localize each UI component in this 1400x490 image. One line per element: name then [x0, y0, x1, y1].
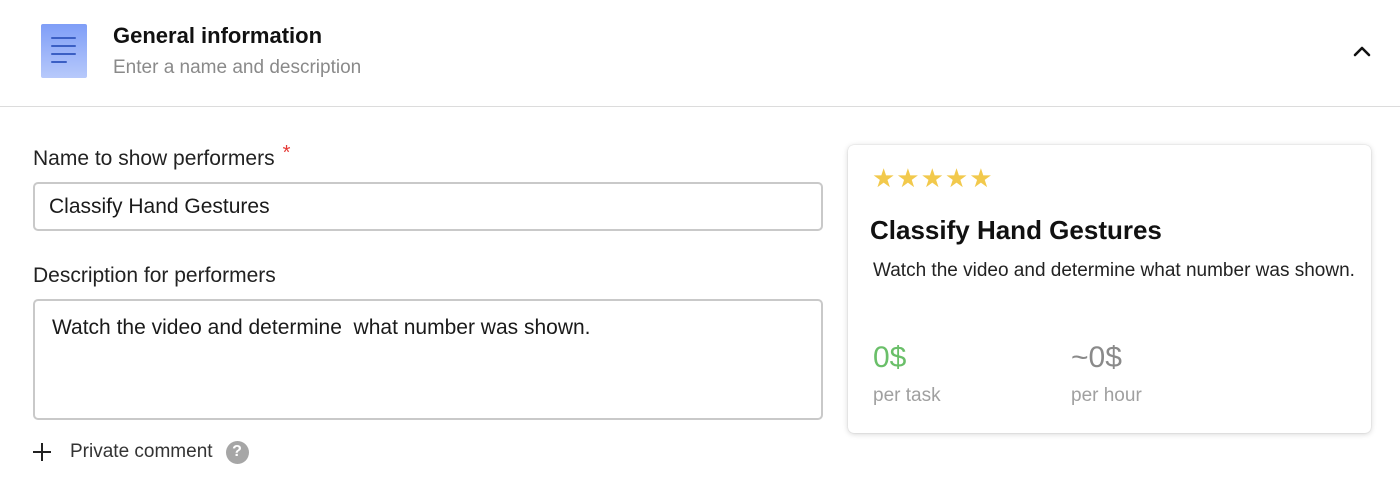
preview-description: Watch the video and determine what numbe…: [873, 260, 1355, 281]
plus-icon: [30, 440, 54, 464]
name-input[interactable]: [33, 182, 823, 231]
document-icon: [41, 24, 87, 78]
preview-title: Classify Hand Gestures: [870, 215, 1162, 245]
per-hour-label: per hour: [1071, 385, 1142, 406]
price-per-hour: ~0$: [1071, 341, 1122, 374]
description-textarea[interactable]: Watch the video and determine what numbe…: [33, 299, 823, 420]
name-field-label-text: Name to show performers: [33, 147, 275, 170]
price-per-task: 0$: [873, 341, 907, 374]
private-comment-label: Private comment: [70, 441, 213, 462]
rating-stars: ★★★★★: [872, 163, 994, 193]
section-title: General information: [113, 23, 323, 48]
section-header[interactable]: General information Enter a name and des…: [0, 0, 1400, 107]
required-asterisk: *: [282, 142, 291, 164]
section-subtitle: Enter a name and description: [113, 57, 362, 78]
per-task-label: per task: [873, 385, 941, 406]
description-field-label: Description for performers: [33, 264, 276, 287]
help-icon[interactable]: ?: [225, 440, 249, 464]
chevron-up-icon[interactable]: [1350, 40, 1374, 64]
name-field-label: Name to show performers *: [33, 142, 290, 171]
task-preview-card: ★★★★★ Classify Hand Gestures Watch the v…: [848, 145, 1371, 433]
add-private-comment-button[interactable]: Private comment ?: [30, 437, 270, 467]
